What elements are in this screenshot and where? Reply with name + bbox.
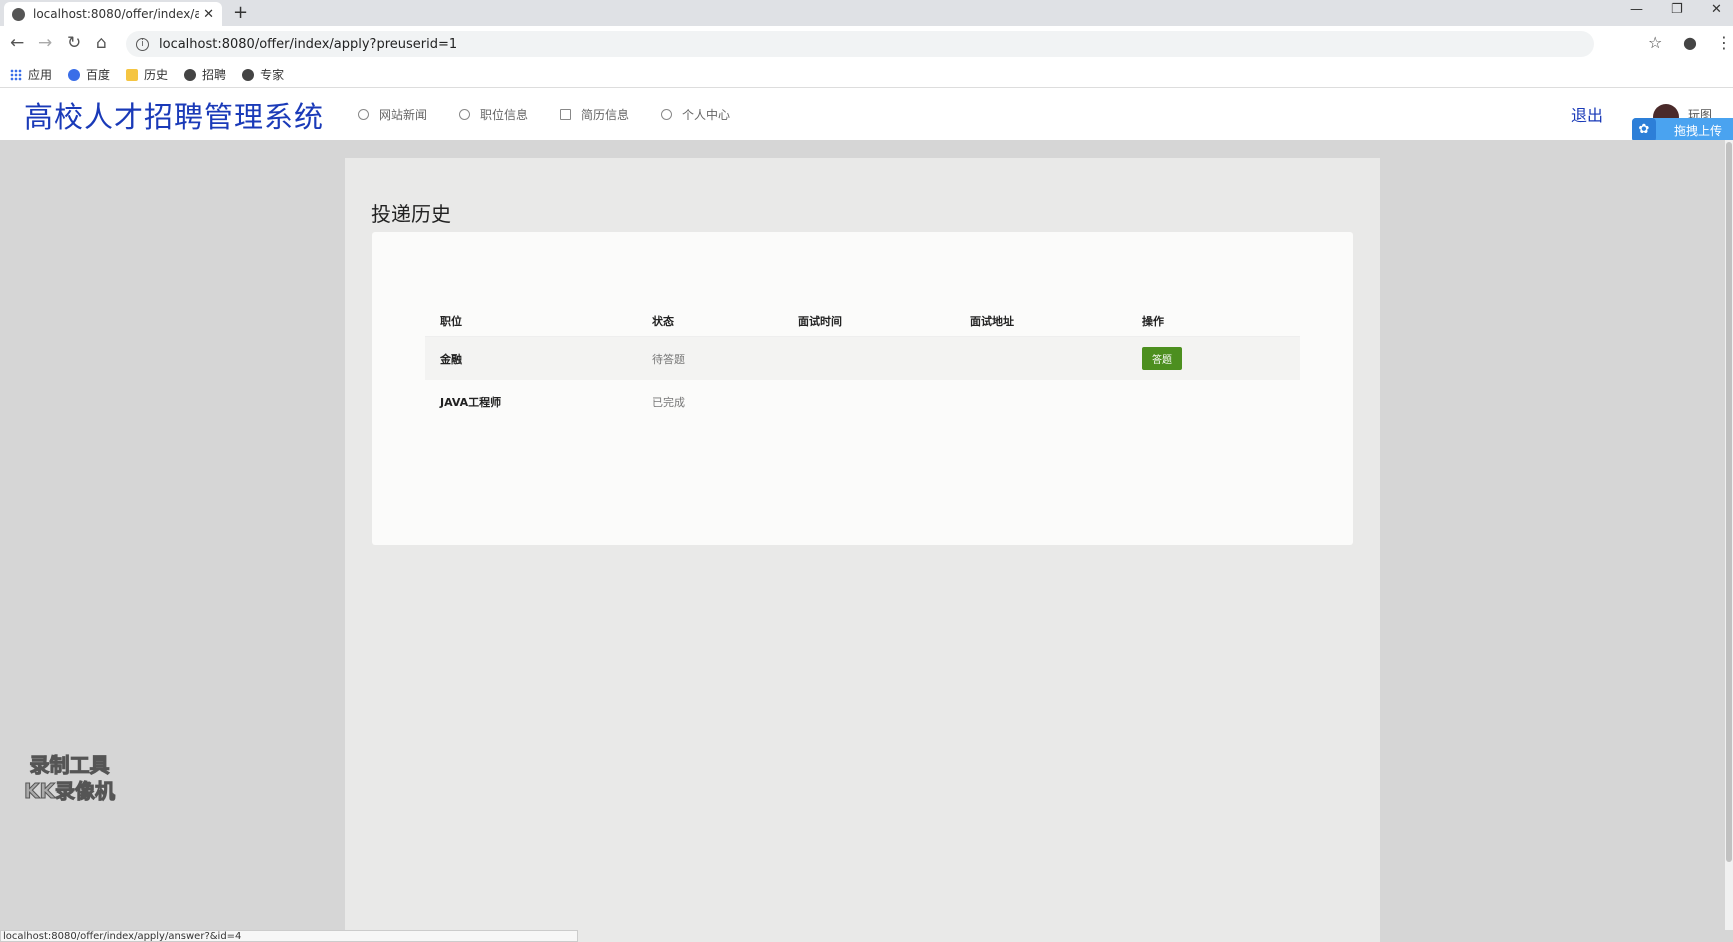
chat-bubble-icon (459, 109, 471, 120)
main-nav: 网站新闻 职位信息 简历信息 个人中心 (358, 106, 762, 123)
bookmark-label: 历史 (144, 68, 169, 82)
user-icon (661, 109, 673, 120)
document-icon (560, 109, 572, 120)
browser-toolbar: ← → ↻ ⌂ i localhost:8080/offer/index/app… (0, 26, 1733, 62)
back-icon[interactable]: ← (10, 33, 24, 53)
bookmark-apps[interactable]: 应用 (10, 66, 52, 83)
nav-label: 网站新闻 (379, 108, 428, 122)
application-history-table: 职位 状态 面试时间 面试地址 操作 金融 待答题 答题 JAVA工程师 已完成 (425, 305, 1300, 423)
chat-bubble-icon (358, 109, 369, 120)
bookmark-label: 应用 (28, 68, 53, 82)
address-url: localhost:8080/offer/index/apply?preuser… (159, 36, 458, 52)
cloud-icon: ✿ (1632, 118, 1656, 142)
baidu-paw-icon (68, 68, 81, 81)
nav-label: 个人中心 (682, 108, 731, 122)
browser-tabstrip: localhost:8080/offer/index/ap ✕ + — ❐ ✕ (0, 0, 1733, 26)
info-icon[interactable]: i (136, 37, 149, 51)
tab-title: localhost:8080/offer/index/ap (33, 7, 200, 21)
globe-icon (242, 68, 255, 81)
logout-link[interactable]: 退出 (1571, 102, 1603, 126)
nav-jobs[interactable]: 职位信息 (459, 106, 528, 123)
minimize-icon[interactable]: — (1630, 2, 1643, 17)
page-scrollbar[interactable] (1725, 140, 1733, 930)
reload-icon[interactable]: ↻ (67, 33, 81, 53)
home-icon[interactable]: ⌂ (96, 33, 107, 53)
cell-position: JAVA工程师 (440, 395, 502, 409)
table-row: JAVA工程师 已完成 (425, 380, 1300, 423)
close-tab-icon[interactable]: ✕ (203, 7, 214, 22)
bookmark-baidu[interactable]: 百度 (68, 66, 110, 83)
table-row: 金融 待答题 答题 (425, 337, 1300, 380)
bookmark-label: 专家 (260, 68, 285, 82)
answer-button[interactable]: 答题 (1142, 347, 1182, 370)
nav-resume[interactable]: 简历信息 (560, 106, 629, 123)
watermark-line: 录制工具 (29, 753, 110, 778)
menu-icon[interactable]: ⋮ (1716, 33, 1732, 52)
bookmark-label: 百度 (86, 68, 111, 82)
star-icon[interactable]: ☆ (1648, 33, 1662, 52)
cell-status: 待答题 (652, 352, 685, 366)
bookmark-label: 招聘 (202, 68, 227, 82)
globe-icon (184, 68, 197, 81)
site-header: 高校人才招聘管理系统 网站新闻 职位信息 简历信息 个人中心 退出 玩图 (0, 88, 1733, 140)
address-bar[interactable]: i localhost:8080/offer/index/apply?preus… (126, 31, 1594, 57)
bookmark-recruit[interactable]: 招聘 (184, 66, 226, 83)
recorder-watermark: 录制工具 KK录像机 (24, 752, 116, 804)
header-interview-time: 面试时间 (798, 314, 842, 328)
cell-status: 已完成 (652, 395, 685, 409)
site-title[interactable]: 高校人才招聘管理系统 (24, 94, 324, 136)
new-tab-button[interactable]: + (233, 2, 248, 23)
header-action: 操作 (1142, 314, 1164, 328)
nav-news[interactable]: 网站新闻 (358, 106, 427, 123)
scrollbar-thumb[interactable] (1726, 142, 1732, 862)
bookmark-history[interactable]: 历史 (126, 66, 168, 83)
drag-upload-widget[interactable]: ✿ 拖拽上传 (1632, 118, 1733, 142)
header-interview-address: 面试地址 (970, 314, 1014, 328)
nav-label: 简历信息 (581, 108, 630, 122)
status-bar: localhost:8080/offer/index/apply/answer?… (0, 930, 578, 942)
upload-label: 拖拽上传 (1674, 123, 1723, 138)
nav-label: 职位信息 (480, 108, 529, 122)
cell-action: 答题 (1127, 347, 1300, 370)
bookmarks-bar: 应用 百度 历史 招聘 专家 (0, 62, 1733, 88)
profile-icon[interactable]: ● (1683, 33, 1697, 52)
watermark-line: KK录像机 (24, 779, 116, 804)
globe-icon (12, 7, 25, 21)
forward-icon[interactable]: → (38, 33, 52, 53)
bookmark-expert[interactable]: 专家 (242, 66, 284, 83)
nav-profile[interactable]: 个人中心 (661, 106, 730, 123)
browser-tab[interactable]: localhost:8080/offer/index/ap ✕ (4, 2, 222, 26)
header-position: 职位 (440, 314, 462, 328)
apps-icon (10, 68, 22, 81)
folder-icon (126, 68, 139, 81)
page-title: 投递历史 (371, 202, 451, 226)
table-header: 职位 状态 面试时间 面试地址 操作 (425, 305, 1300, 337)
close-window-icon[interactable]: ✕ (1711, 2, 1722, 17)
restore-icon[interactable]: ❐ (1671, 2, 1683, 17)
cell-position: 金融 (440, 352, 462, 366)
header-status: 状态 (652, 314, 674, 328)
